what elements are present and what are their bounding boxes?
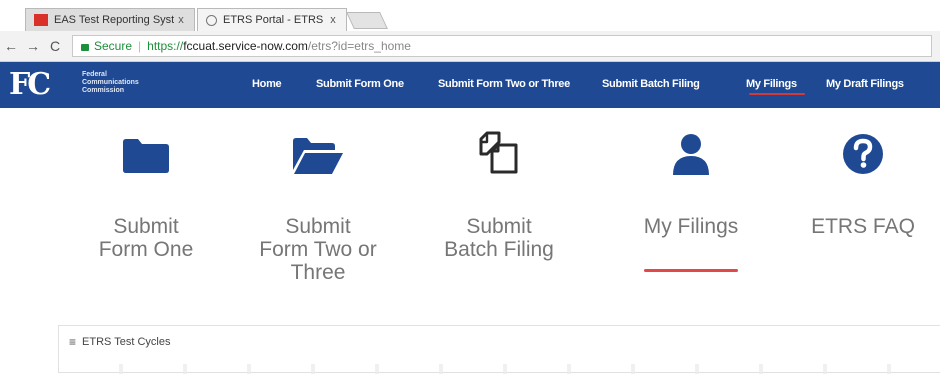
tile-label-line: Submit [113,215,179,238]
url-separator: | [138,39,142,53]
tile-label-line: My Filings [643,215,739,238]
new-tab-button[interactable] [346,12,388,29]
reload-button[interactable]: C [44,38,66,54]
user-icon [671,132,711,181]
url-scheme: https:// [147,39,184,53]
tile-label-line: Form Two or [259,238,377,261]
browser-tab-eas[interactable]: EAS Test Reporting Syster x [25,8,195,31]
folder-icon [122,136,170,179]
browser-tab-strip: EAS Test Reporting Syster x ETRS Portal … [0,0,940,31]
browser-tab-title: EAS Test Reporting Syster [54,14,174,26]
etrs-favicon-icon [206,14,217,26]
tile-label-line: Submit [285,215,351,238]
nav-submit-batch-filing[interactable]: Submit Batch Filing [602,78,700,90]
tile-label-line: Three [290,261,346,284]
back-button[interactable]: ← [0,38,22,54]
nav-submit-form-one[interactable]: Submit Form One [316,78,404,90]
menu-icon[interactable]: ≡ [69,335,76,349]
tile-label: Submit Form One [90,215,202,261]
tile-label: Submit Form Two or Three [250,215,386,284]
test-cycles-panel: ≡ ETRS Test Cycles [58,325,940,374]
lock-icon [81,43,89,51]
tile-label: ETRS FAQ [798,215,928,238]
top-nav: Home Submit Form One Submit Form Two or … [0,62,940,108]
url-input[interactable]: Secure | https://fccuat.service-now.com /… [72,35,932,57]
nav-submit-form-two-three[interactable]: Submit Form Two or Three [438,78,570,90]
question-circle-icon [841,132,885,181]
panel-title: ETRS Test Cycles [82,336,171,348]
copy-files-icon [478,130,520,181]
tile-label-line: Batch Filing [444,238,554,261]
secure-label: Secure [94,39,133,53]
address-bar-row: ← → C Secure | https://fccuat.service-no… [0,31,940,62]
panel-header: ≡ ETRS Test Cycles [69,335,170,349]
url-host: fccuat.service-now.com [183,39,308,53]
eas-favicon-icon [34,14,48,26]
tile-label-line: ETRS FAQ [811,215,915,238]
active-nav-indicator [749,93,805,95]
nav-my-draft-filings[interactable]: My Draft Filings [826,78,904,90]
close-tab-icon[interactable]: x [326,14,340,26]
forward-button[interactable]: → [22,38,44,54]
tile-label-line: Submit [466,215,532,238]
tile-label: My Filings [626,215,756,238]
browser-tab-title: ETRS Portal - ETRS Home [223,14,326,26]
browser-tab-etrs[interactable]: ETRS Portal - ETRS Home x [197,8,347,31]
close-tab-icon[interactable]: x [174,14,188,26]
active-tile-indicator [644,269,738,272]
tile-label-line: Form One [98,238,194,261]
folder-open-icon [292,136,344,181]
quick-links: Submit Form One Submit Form Two or Three [0,108,940,308]
nav-home[interactable]: Home [252,78,282,90]
url-path: /etrs?id=etrs_home [307,39,411,53]
site-header: FC Federal Communications Commission Hom… [0,62,940,108]
tile-label: Submit Batch Filing [432,215,566,261]
nav-my-filings[interactable]: My Filings [746,78,797,90]
